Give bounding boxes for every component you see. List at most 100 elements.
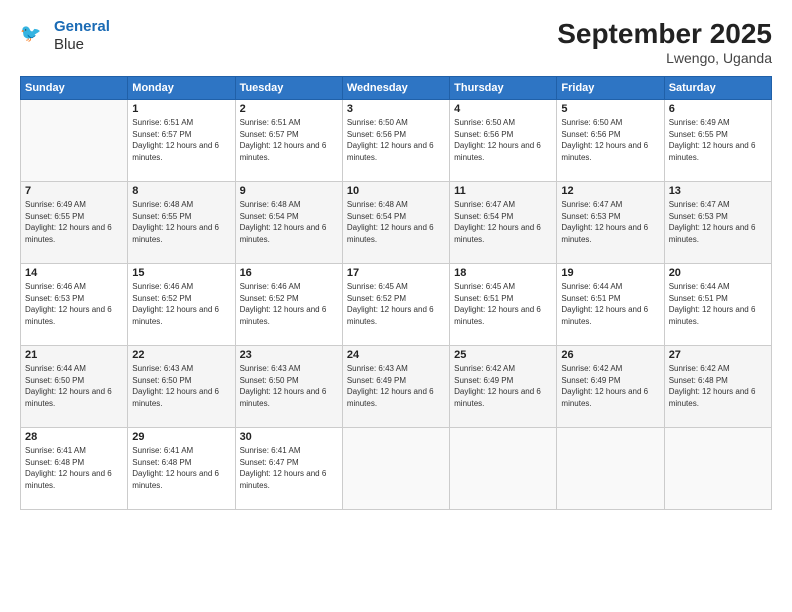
- calendar-cell: 26Sunrise: 6:42 AMSunset: 6:49 PMDayligh…: [557, 346, 664, 428]
- day-info: Sunrise: 6:44 AMSunset: 6:51 PMDaylight:…: [561, 281, 659, 327]
- day-info: Sunrise: 6:42 AMSunset: 6:49 PMDaylight:…: [561, 363, 659, 409]
- day-info: Sunrise: 6:43 AMSunset: 6:49 PMDaylight:…: [347, 363, 445, 409]
- svg-text:🐦: 🐦: [20, 24, 41, 43]
- calendar-cell: 12Sunrise: 6:47 AMSunset: 6:53 PMDayligh…: [557, 182, 664, 264]
- calendar-cell: 2 Sunrise: 6:51 AMSunset: 6:57 PMDaylight…: [235, 100, 342, 182]
- calendar-cell: 19 Sunrise: 6:44 AMSunset: 6:51 PMDayligh…: [557, 264, 664, 346]
- day-info: Sunrise: 6:44 AMSunset: 6:50 PMDaylight:…: [25, 363, 123, 409]
- day-info: Sunrise: 6:48 AMSunset: 6:54 PMDaylight:…: [240, 199, 338, 245]
- day-number: 1: [132, 103, 230, 115]
- calendar-cell: 10 Sunrise: 6:48 AMSunset: 6:54 PMDayligh…: [342, 182, 449, 264]
- day-info: Sunrise: 6:50 AMSunset: 6:56 PMDaylight:…: [561, 117, 659, 163]
- day-info: Sunrise: 6:50 AMSunset: 6:56 PMDaylight:…: [347, 117, 445, 163]
- calendar-cell: [557, 428, 664, 510]
- day-number: 29: [132, 431, 230, 443]
- day-info: Sunrise: 6:41 AMSunset: 6:47 PMDaylight:…: [240, 445, 338, 491]
- day-number: 25: [454, 349, 552, 361]
- day-info: Sunrise: 6:45 AMSunset: 6:52 PMDaylight:…: [347, 281, 445, 327]
- logo-icon: 🐦: [20, 22, 48, 50]
- day-number: 16: [240, 267, 338, 279]
- day-number: 22: [132, 349, 230, 361]
- calendar-cell: [21, 100, 128, 182]
- day-number: 30: [240, 431, 338, 443]
- day-info: Sunrise: 6:41 AMSunset: 6:48 PMDaylight:…: [25, 445, 123, 491]
- day-info: Sunrise: 6:45 AMSunset: 6:51 PMDaylight:…: [454, 281, 552, 327]
- day-info: Sunrise: 6:48 AMSunset: 6:55 PMDaylight:…: [132, 199, 230, 245]
- calendar-body: 1 Sunrise: 6:51 AMSunset: 6:57 PMDaylight…: [21, 100, 772, 510]
- day-info: Sunrise: 6:43 AMSunset: 6:50 PMDaylight:…: [240, 363, 338, 409]
- calendar-cell: 14 Sunrise: 6:46 AMSunset: 6:53 PMDayligh…: [21, 264, 128, 346]
- day-number: 12: [561, 185, 659, 197]
- weekday-header-cell: Thursday: [450, 77, 557, 100]
- day-info: Sunrise: 6:41 AMSunset: 6:48 PMDaylight:…: [132, 445, 230, 491]
- day-info: Sunrise: 6:49 AMSunset: 6:55 PMDaylight:…: [25, 199, 123, 245]
- day-number: 19: [561, 267, 659, 279]
- day-number: 28: [25, 431, 123, 443]
- day-number: 27: [669, 349, 767, 361]
- weekday-header-cell: Tuesday: [235, 77, 342, 100]
- calendar-cell: 29 Sunrise: 6:41 AMSunset: 6:48 PMDayligh…: [128, 428, 235, 510]
- day-number: 17: [347, 267, 445, 279]
- calendar-cell: 17 Sunrise: 6:45 AMSunset: 6:52 PMDayligh…: [342, 264, 449, 346]
- calendar-cell: 30 Sunrise: 6:41 AMSunset: 6:47 PMDayligh…: [235, 428, 342, 510]
- day-info: Sunrise: 6:47 AMSunset: 6:53 PMDaylight:…: [669, 199, 767, 245]
- calendar-cell: 1Sunrise: 6:51 AMSunset: 6:57 PMDaylight…: [128, 100, 235, 182]
- day-info: Sunrise: 6:44 AMSunset: 6:51 PMDaylight:…: [669, 281, 767, 327]
- day-info: Sunrise: 6:42 AMSunset: 6:48 PMDaylight:…: [669, 363, 767, 409]
- day-info: Sunrise: 6:47 AMSunset: 6:54 PMDaylight:…: [454, 199, 552, 245]
- weekday-header-cell: Friday: [557, 77, 664, 100]
- day-info: Sunrise: 6:43 AMSunset: 6:50 PMDaylight:…: [132, 363, 230, 409]
- calendar-cell: 25 Sunrise: 6:42 AMSunset: 6:49 PMDayligh…: [450, 346, 557, 428]
- calendar-cell: 22 Sunrise: 6:43 AMSunset: 6:50 PMDayligh…: [128, 346, 235, 428]
- day-info: Sunrise: 6:42 AMSunset: 6:49 PMDaylight:…: [454, 363, 552, 409]
- day-info: Sunrise: 6:50 AMSunset: 6:56 PMDaylight:…: [454, 117, 552, 163]
- day-number: 20: [669, 267, 767, 279]
- day-info: Sunrise: 6:48 AMSunset: 6:54 PMDaylight:…: [347, 199, 445, 245]
- day-info: Sunrise: 6:46 AMSunset: 6:52 PMDaylight:…: [240, 281, 338, 327]
- day-number: 23: [240, 349, 338, 361]
- calendar-cell: [450, 428, 557, 510]
- logo-text: GeneralBlue: [54, 18, 110, 54]
- weekday-header-cell: Wednesday: [342, 77, 449, 100]
- logo: 🐦 GeneralBlue: [20, 18, 110, 54]
- day-number: 8: [132, 185, 230, 197]
- location-subtitle: Lwengo, Uganda: [557, 50, 772, 66]
- calendar-cell: 3 Sunrise: 6:50 AMSunset: 6:56 PMDaylight…: [342, 100, 449, 182]
- day-info: Sunrise: 6:46 AMSunset: 6:52 PMDaylight:…: [132, 281, 230, 327]
- calendar-cell: 5 Sunrise: 6:50 AMSunset: 6:56 PMDaylight…: [557, 100, 664, 182]
- weekday-header-cell: Saturday: [664, 77, 771, 100]
- weekday-header-row: SundayMondayTuesdayWednesdayThursdayFrid…: [21, 77, 772, 100]
- day-number: 13: [669, 185, 767, 197]
- calendar-cell: 9Sunrise: 6:48 AMSunset: 6:54 PMDaylight…: [235, 182, 342, 264]
- day-number: 6: [669, 103, 767, 115]
- day-number: 11: [454, 185, 552, 197]
- calendar-cell: 20 Sunrise: 6:44 AMSunset: 6:51 PMDayligh…: [664, 264, 771, 346]
- calendar-cell: 23 Sunrise: 6:43 AMSunset: 6:50 PMDayligh…: [235, 346, 342, 428]
- calendar-cell: 7 Sunrise: 6:49 AMSunset: 6:55 PMDaylight…: [21, 182, 128, 264]
- calendar-week-row: 1 Sunrise: 6:51 AMSunset: 6:57 PMDaylight…: [21, 100, 772, 182]
- day-number: 18: [454, 267, 552, 279]
- day-number: 14: [25, 267, 123, 279]
- calendar-week-row: 28 Sunrise: 6:41 AMSunset: 6:48 PMDayligh…: [21, 428, 772, 510]
- calendar-cell: 4Sunrise: 6:50 AMSunset: 6:56 PMDaylight…: [450, 100, 557, 182]
- weekday-header-cell: Monday: [128, 77, 235, 100]
- day-number: 3: [347, 103, 445, 115]
- calendar-cell: 28 Sunrise: 6:41 AMSunset: 6:48 PMDayligh…: [21, 428, 128, 510]
- day-info: Sunrise: 6:49 AMSunset: 6:55 PMDaylight:…: [669, 117, 767, 163]
- calendar-cell: 13 Sunrise: 6:47 AMSunset: 6:53 PMDayligh…: [664, 182, 771, 264]
- month-title: September 2025: [557, 18, 772, 50]
- day-info: Sunrise: 6:46 AMSunset: 6:53 PMDaylight:…: [25, 281, 123, 327]
- weekday-header-cell: Sunday: [21, 77, 128, 100]
- day-number: 5: [561, 103, 659, 115]
- day-number: 15: [132, 267, 230, 279]
- calendar-table: SundayMondayTuesdayWednesdayThursdayFrid…: [20, 76, 772, 510]
- day-number: 2: [240, 103, 338, 115]
- calendar-cell: [664, 428, 771, 510]
- day-info: Sunrise: 6:51 AMSunset: 6:57 PMDaylight:…: [240, 117, 338, 163]
- calendar-cell: 15 Sunrise: 6:46 AMSunset: 6:52 PMDayligh…: [128, 264, 235, 346]
- day-number: 21: [25, 349, 123, 361]
- day-number: 10: [347, 185, 445, 197]
- day-number: 7: [25, 185, 123, 197]
- calendar-week-row: 21 Sunrise: 6:44 AMSunset: 6:50 PMDayligh…: [21, 346, 772, 428]
- calendar-cell: 21 Sunrise: 6:44 AMSunset: 6:50 PMDayligh…: [21, 346, 128, 428]
